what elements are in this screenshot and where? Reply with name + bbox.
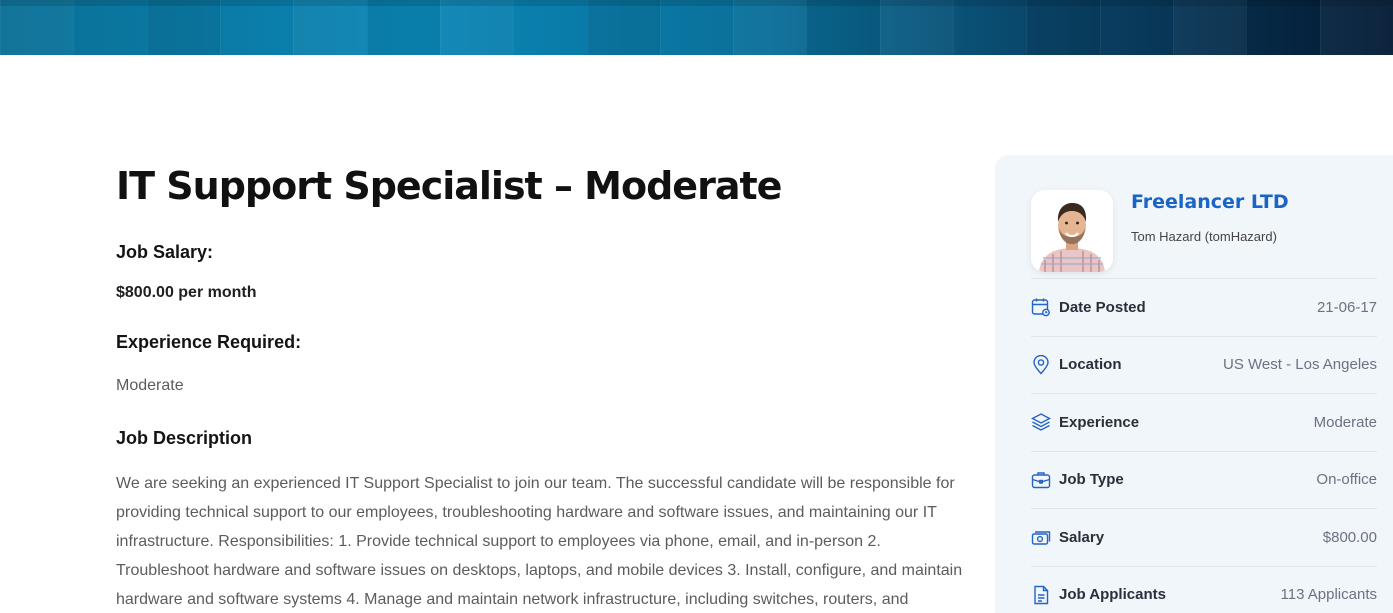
overview-row-salary: Salary $800.00 (1031, 508, 1377, 566)
overview-row-location: Location US West - Los Angeles (1031, 335, 1377, 394)
overview-row-date-posted: Date Posted 21-06-17 (1031, 278, 1377, 336)
overview-row-job-type: Job Type On-office (1031, 450, 1377, 509)
overview-label: Job Applicants (1059, 586, 1166, 604)
avatar[interactable] (1031, 190, 1113, 272)
poster-name[interactable]: Tom Hazard (tomHazard) (1131, 229, 1277, 244)
job-details: IT Support Specialist – Moderate Job Sal… (116, 160, 966, 608)
experience-required-value: Moderate (116, 377, 184, 394)
overview-value: Moderate (1313, 413, 1377, 431)
document-icon (1031, 585, 1051, 605)
company-name-link[interactable]: Freelancer LTD (1131, 191, 1289, 213)
overview-label: Salary (1059, 528, 1105, 546)
overview-value: On-office (1316, 471, 1377, 489)
job-overview-sidebar: Freelancer LTD Tom Hazard (tomHazard) Da… (995, 155, 1393, 613)
overview-value: US West - Los Angeles (1223, 356, 1377, 374)
overview-label: Location (1059, 356, 1122, 374)
overview-row-job-applicants: Job Applicants 113 Applicants (1031, 565, 1377, 613)
briefcase-icon (1031, 470, 1051, 490)
overview-label: Experience (1059, 413, 1140, 431)
job-description-text: We are seeking an experienced IT Support… (116, 475, 963, 608)
layers-icon (1031, 412, 1051, 432)
calendar-icon (1031, 297, 1051, 317)
job-overview-list: Date Posted 21-06-17 Location US West - … (1031, 278, 1377, 613)
page-title: IT Support Specialist – Moderate (116, 164, 782, 208)
header-banner (0, 0, 1393, 55)
overview-value: 21-06-17 (1316, 298, 1377, 316)
job-salary-value: $800.00 per month (116, 284, 257, 301)
experience-required-label: Experience Required: (116, 332, 302, 352)
location-pin-icon (1031, 354, 1051, 375)
money-icon (1031, 527, 1051, 547)
job-description-label: Job Description (116, 428, 253, 448)
overview-value: 113 Applicants (1280, 586, 1377, 604)
banner-pattern (0, 0, 1393, 55)
overview-label: Date Posted (1059, 298, 1146, 316)
overview-value: $800.00 (1322, 528, 1377, 546)
job-salary-label: Job Salary: (116, 242, 214, 262)
overview-row-experience: Experience Moderate (1031, 393, 1377, 451)
overview-label: Job Type (1059, 471, 1124, 489)
